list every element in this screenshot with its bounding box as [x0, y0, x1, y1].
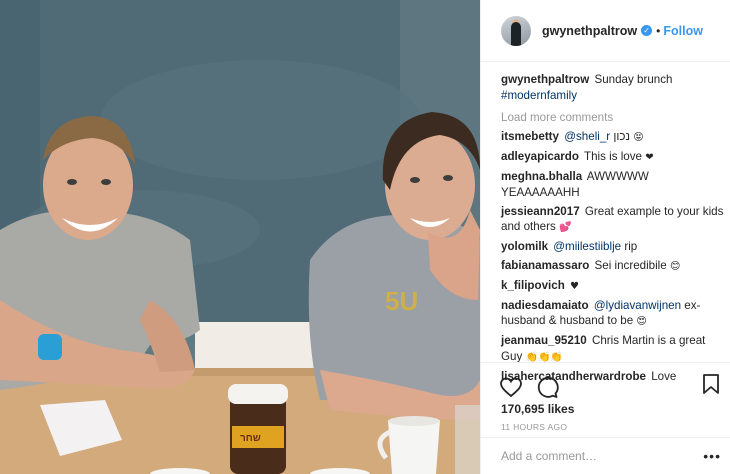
comment-username[interactable]: fabianamassaro [501, 259, 589, 272]
comment-row: adleyapicardo This is love ❤ [501, 149, 725, 166]
comment-list: itsmebetty @sheli_r נכון 😝 adleyapicardo … [501, 129, 725, 384]
post-header: gwynethpaltrow ✓ • Follow [481, 0, 730, 62]
caption-username[interactable]: gwynethpaltrow [501, 73, 589, 86]
verified-check-icon: ✓ [641, 25, 653, 36]
shirt-print: 5U [385, 286, 418, 316]
comment-row: nadiesdamaiato @lydiavanwijnen ex-husban… [501, 298, 725, 331]
add-comment-bar: ••• [481, 437, 730, 474]
comment-username[interactable]: nadiesdamaiato [501, 299, 589, 312]
comment-row: k_filipovich ♥ [501, 278, 725, 295]
add-comment-input[interactable] [501, 449, 691, 463]
post-caption: gwynethpaltrow Sunday brunch #modernfami… [501, 72, 725, 104]
photo-illustration: 5U שחר [0, 0, 480, 474]
comment-emoji: 😝 [633, 132, 644, 144]
comment-text: נכון [610, 130, 631, 144]
comment-emoji: 😍 [636, 316, 647, 328]
comment-text: This is love [584, 150, 642, 164]
comment-row: jeanmau_95210 Chris Martin is a great Gu… [501, 333, 725, 366]
comment-emoji: ❤ [645, 152, 654, 164]
comment-username[interactable]: k_filipovich [501, 279, 565, 292]
comment-row: itsmebetty @sheli_r נכון 😝 [501, 129, 725, 146]
comment-row: yolomilk @miilestiiblje rip [501, 239, 725, 255]
comment-username[interactable]: jessieann2017 [501, 205, 580, 218]
load-more-comments-button[interactable]: Load more comments [501, 110, 725, 126]
comment-username[interactable]: itsmebetty [501, 130, 559, 143]
comment-mention[interactable]: @lydiavanwijnen [594, 299, 681, 312]
comment-icon[interactable] [535, 375, 559, 399]
bookmark-icon[interactable] [701, 373, 721, 395]
avatar[interactable] [501, 15, 531, 46]
comments-section: gwynethpaltrow Sunday brunch #modernfami… [501, 72, 725, 388]
cup [388, 420, 440, 474]
avatar-figure [511, 21, 521, 46]
comment-row: meghna.bhalla AWWWWW YEAAAAAAHH [501, 169, 725, 201]
comment-row: jessieann2017 Great example to your kids… [501, 204, 725, 237]
comment-emoji: ♥ [570, 280, 579, 292]
watch [38, 334, 62, 360]
header-username[interactable]: gwynethpaltrow [542, 24, 637, 38]
comment-text: Sei incredibile [594, 258, 667, 272]
comment-username[interactable]: meghna.bhalla [501, 170, 582, 183]
separator-dot: • [656, 23, 661, 38]
post-side-panel: gwynethpaltrow ✓ • Follow gwynethpaltrow… [480, 0, 730, 474]
follow-button[interactable]: Follow [663, 24, 703, 38]
comment-username[interactable]: jeanmau_95210 [501, 334, 587, 347]
comment-row: fabianamassaro Sei incredibile 😊 [501, 258, 725, 275]
post-footer: 170,695 likes 11 HOURS AGO [481, 362, 730, 432]
comment-emoji: 😊 [669, 260, 681, 272]
comment-mention[interactable]: @sheli_r [564, 130, 610, 143]
svg-text:שחר: שחר [240, 433, 261, 444]
caption-text: Sunday brunch [594, 73, 673, 86]
comment-username[interactable]: adleyapicardo [501, 150, 579, 163]
comment-text: rip [621, 240, 638, 254]
action-bar [481, 363, 730, 401]
caption-hashtag[interactable]: #modernfamily [501, 89, 577, 102]
more-options-icon[interactable]: ••• [703, 448, 721, 464]
comment-mention[interactable]: @miilestiiblje [553, 240, 621, 253]
post-photo[interactable]: 5U שחר [0, 0, 480, 474]
like-count[interactable]: 170,695 likes [481, 402, 730, 416]
comment-username[interactable]: yolomilk [501, 240, 548, 253]
comment-emoji: 💕 [559, 222, 572, 234]
post-timestamp[interactable]: 11 HOURS AGO [481, 422, 730, 432]
heart-icon[interactable] [499, 375, 523, 399]
